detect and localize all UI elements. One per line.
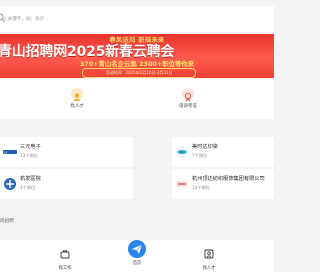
nav-find-talent-label: 找人才 (202, 266, 216, 271)
company-job-count: 7个岗位 (192, 153, 208, 158)
company-card[interactable]: 杭州顶达纺织服饰集团有限公司 14个岗位 (172, 169, 274, 199)
company-job-count: 13个岗位 (20, 153, 38, 158)
section-label: 岗招聘 (0, 219, 14, 224)
bottom-nav: 找工作 首页 找人才 (0, 240, 274, 272)
quick-find-talent-label: 找人才 (70, 104, 84, 109)
sanyuan-logo: SY (3, 150, 17, 154)
nav-find-talent[interactable]: 找人才 (194, 244, 224, 271)
hangfa-logo (4, 178, 16, 190)
quick-training[interactable]: 培训考证 (168, 88, 208, 109)
company-name: 美时达印染 (192, 144, 218, 150)
paper-plane-icon (128, 240, 146, 258)
quick-entry-card: 找人才 培训考证 (0, 79, 274, 119)
svg-text:SY: SY (4, 150, 8, 154)
company-card[interactable]: 杭发医院 4个岗位 (0, 169, 133, 199)
quick-find-talent[interactable]: 找人才 (57, 88, 97, 109)
company-job-count: 4个岗位 (20, 185, 36, 190)
banner-subtitle: 370+青山名企云集 2300+职位等你来 (79, 60, 195, 68)
company-card[interactable]: SY 三元电子 13个岗位 (0, 137, 133, 167)
person-card-icon (204, 249, 214, 259)
nav-find-job-label: 找工作 (58, 266, 72, 271)
certificate-icon (182, 88, 194, 102)
nav-home-label: 首页 (132, 261, 142, 266)
company-job-count: 14个岗位 (192, 185, 210, 190)
company-name: 三元电子 (20, 144, 41, 150)
meishida-logo (176, 146, 188, 158)
company-name: 杭州顶达纺织服饰集团有限公司 (192, 176, 265, 182)
search-placeholder: 入关键字，如：会计... (3, 16, 49, 22)
company-name: 杭发医院 (20, 176, 41, 182)
nav-find-job[interactable]: 找工作 (50, 244, 80, 271)
banner-date-pill: 活动时间：2025年2月10日-3月31日 (82, 68, 196, 78)
search-bar[interactable]: 入关键字，如：会计... (0, 6, 274, 32)
banner-title: 青山招聘网2025新春云聘会 (0, 44, 175, 60)
promo-banner[interactable]: 春风送岗 职硕未来 青山招聘网2025新春云聘会 370+青山名企云集 2300… (0, 34, 274, 78)
dingda-logo (176, 181, 188, 187)
person-icon (71, 88, 83, 101)
company-card[interactable]: 美时达印染 7个岗位 (172, 137, 274, 167)
quick-training-label: 培训考证 (179, 104, 197, 109)
briefcase-icon (60, 250, 70, 259)
nav-home[interactable]: 首页 (122, 240, 152, 266)
